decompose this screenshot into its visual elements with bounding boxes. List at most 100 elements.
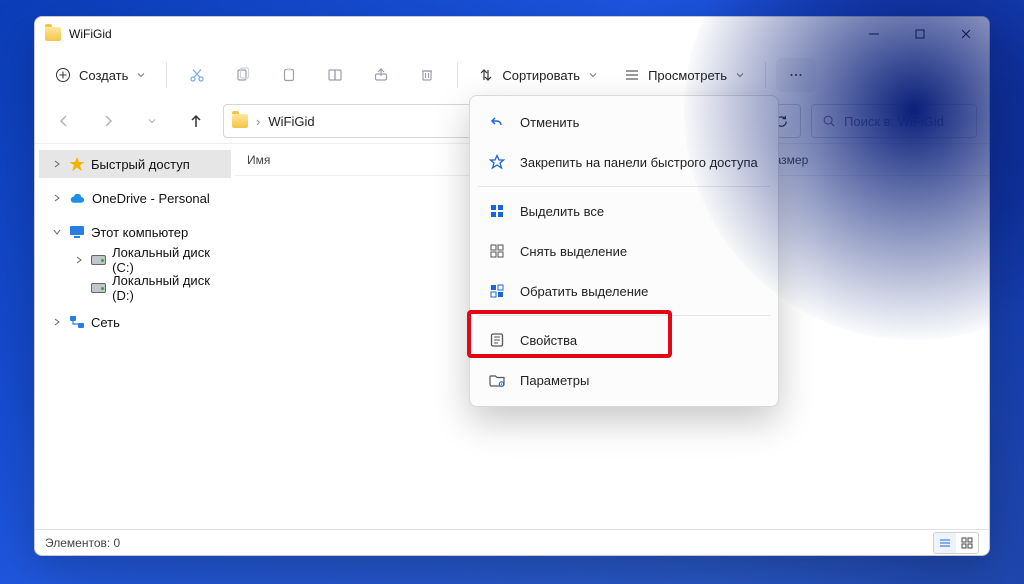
paste-button[interactable] [269, 58, 309, 92]
menu-options[interactable]: Параметры [476, 360, 772, 400]
menu-label: Отменить [520, 115, 579, 130]
menu-invert-selection[interactable]: Обратить выделение [476, 271, 772, 311]
properties-icon [488, 332, 506, 348]
share-button[interactable] [361, 58, 401, 92]
sidebar-label: Этот компьютер [91, 225, 188, 240]
disk-icon [91, 283, 107, 293]
menu-select-none[interactable]: Снять выделение [476, 231, 772, 271]
copy-icon [235, 67, 251, 83]
menu-label: Свойства [520, 333, 577, 348]
navigation-pane[interactable]: Быстрый доступ OneDrive - Personal Этот … [35, 144, 235, 529]
title-bar[interactable]: WiFiGid [35, 17, 989, 51]
sort-icon [478, 67, 494, 83]
chevron-right-icon [51, 318, 63, 326]
view-mode-toggle [933, 532, 979, 554]
recent-button[interactable] [135, 104, 169, 138]
back-button[interactable] [47, 104, 81, 138]
trash-icon [419, 67, 435, 83]
sidebar-item-network[interactable]: Сеть [39, 308, 231, 336]
search-placeholder: Поиск в: WiFiGid [844, 114, 944, 129]
plus-circle-icon [55, 67, 71, 83]
network-icon [69, 315, 85, 329]
folder-icon [45, 27, 61, 41]
menu-pin-quick-access[interactable]: Закрепить на панели быстрого доступа [476, 142, 772, 182]
folder-gear-icon [488, 372, 506, 388]
status-bar: Элементов: 0 [35, 529, 989, 555]
disk-icon [91, 255, 107, 265]
thumbnails-view-button[interactable] [956, 533, 978, 553]
sidebar-label: Быстрый доступ [91, 157, 190, 172]
chevron-down-icon [136, 70, 146, 80]
select-none-icon [488, 243, 506, 259]
copy-button[interactable] [223, 58, 263, 92]
star-outline-icon [488, 154, 506, 170]
chevron-right-icon [73, 256, 85, 264]
sidebar-item-onedrive[interactable]: OneDrive - Personal [39, 184, 231, 212]
menu-label: Выделить все [520, 204, 604, 219]
menu-separator [478, 186, 770, 187]
rename-icon [327, 67, 343, 83]
chevron-down-icon [735, 70, 745, 80]
view-button[interactable]: Просмотреть [614, 58, 755, 92]
minimize-button[interactable] [851, 17, 897, 51]
folder-icon [232, 114, 248, 128]
menu-select-all[interactable]: Выделить все [476, 191, 772, 231]
separator [457, 62, 458, 88]
sidebar-label: Локальный диск (D:) [112, 273, 231, 303]
new-button[interactable]: Создать [45, 58, 156, 92]
forward-button[interactable] [91, 104, 125, 138]
chevron-right-icon [51, 160, 63, 168]
menu-label: Обратить выделение [520, 284, 648, 299]
window-title: WiFiGid [69, 27, 112, 41]
invert-selection-icon [488, 283, 506, 299]
monitor-icon [69, 225, 85, 239]
command-bar: Создать [35, 51, 989, 99]
sidebar-item-diskd[interactable]: Локальный диск (D:) [39, 274, 231, 302]
sort-label: Сортировать [502, 68, 580, 83]
rename-button[interactable] [315, 58, 355, 92]
breadcrumb-item[interactable]: WiFiGid [268, 114, 314, 129]
menu-undo[interactable]: Отменить [476, 102, 772, 142]
undo-icon [488, 114, 506, 130]
delete-button[interactable] [407, 58, 447, 92]
clipboard-icon [281, 67, 297, 83]
up-button[interactable] [179, 104, 213, 138]
menu-label: Снять выделение [520, 244, 627, 259]
sidebar-item-quick-access[interactable]: Быстрый доступ [39, 150, 231, 178]
more-button[interactable] [776, 58, 816, 92]
search-icon [822, 114, 836, 128]
sidebar-item-thispc[interactable]: Этот компьютер [39, 218, 231, 246]
sidebar-label: Локальный диск (C:) [112, 245, 231, 275]
scissors-icon [189, 67, 205, 83]
details-view-button[interactable] [934, 533, 956, 553]
menu-label: Параметры [520, 373, 589, 388]
window-controls [851, 17, 989, 51]
breadcrumb-separator: › [256, 114, 260, 129]
star-icon [69, 156, 85, 172]
separator [166, 62, 167, 88]
list-view-icon [624, 67, 640, 83]
new-label: Создать [79, 68, 128, 83]
column-label: Имя [247, 153, 270, 167]
cut-button[interactable] [177, 58, 217, 92]
desktop-background: WiFiGid Создать [0, 0, 1024, 584]
share-icon [373, 67, 389, 83]
more-options-menu: Отменить Закрепить на панели быстрого до… [469, 95, 779, 407]
chevron-down-icon [51, 228, 63, 236]
maximize-button[interactable] [897, 17, 943, 51]
column-header-name[interactable]: Имя [235, 153, 495, 167]
menu-properties[interactable]: Свойства [476, 320, 772, 360]
view-label: Просмотреть [648, 68, 727, 83]
search-input[interactable]: Поиск в: WiFiGid [811, 104, 977, 138]
ellipsis-icon [788, 67, 804, 83]
sidebar-label: OneDrive - Personal [92, 191, 210, 206]
status-item-count: Элементов: 0 [45, 536, 120, 550]
sort-button[interactable]: Сортировать [468, 58, 608, 92]
select-all-icon [488, 203, 506, 219]
separator [765, 62, 766, 88]
explorer-window: WiFiGid Создать [34, 16, 990, 556]
close-button[interactable] [943, 17, 989, 51]
menu-label: Закрепить на панели быстрого доступа [520, 155, 758, 170]
sidebar-item-diskc[interactable]: Локальный диск (C:) [39, 246, 231, 274]
chevron-down-icon [588, 70, 598, 80]
